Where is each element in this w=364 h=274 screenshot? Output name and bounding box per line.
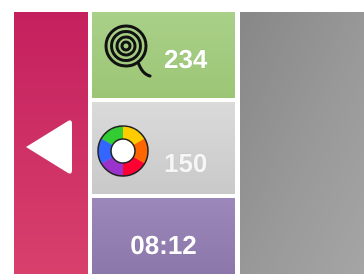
back-button[interactable] <box>14 12 88 274</box>
colors-tile: 150 <box>92 102 235 194</box>
game-board[interactable] <box>240 12 364 274</box>
stats-column: 234 150 08:12 <box>92 12 235 274</box>
back-arrow-icon <box>26 120 72 174</box>
moves-count: 234 <box>164 44 208 74</box>
colors-count: 150 <box>164 148 208 178</box>
color-wheel-icon <box>97 125 149 177</box>
moves-tile: 234 <box>92 12 235 98</box>
game-screen: 234 150 08:12 <box>0 0 364 274</box>
timer-tile: 08:12 <box>92 198 235 274</box>
spiral-icon <box>104 24 152 78</box>
timer-display: 08:12 <box>130 230 197 260</box>
